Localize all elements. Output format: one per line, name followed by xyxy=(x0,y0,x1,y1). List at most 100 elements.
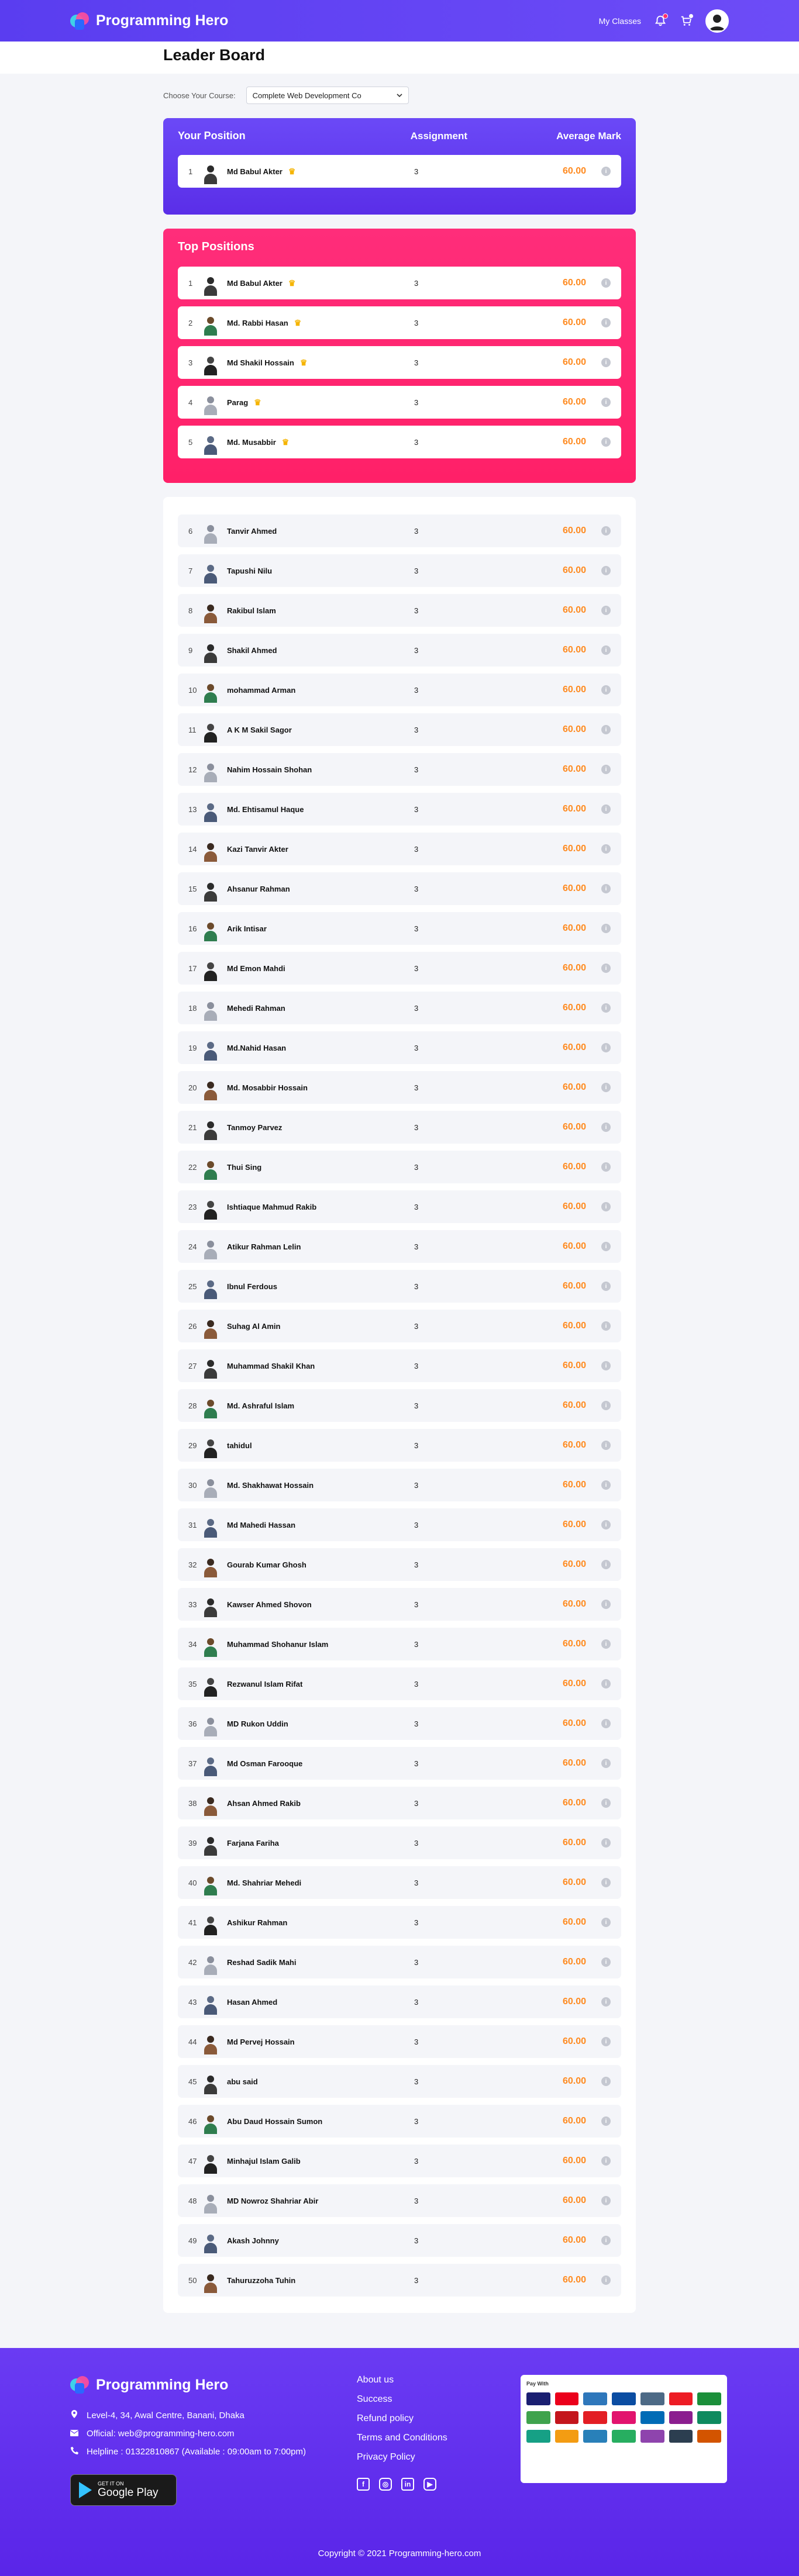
info-icon[interactable]: i xyxy=(601,1043,611,1052)
assignment-count: 3 xyxy=(414,645,419,655)
footer-link-terms[interactable]: Terms and Conditions xyxy=(357,2433,521,2443)
info-icon[interactable]: i xyxy=(601,1003,611,1013)
info-icon[interactable]: i xyxy=(601,1719,611,1728)
rank: 3 xyxy=(188,358,193,367)
info-icon[interactable]: i xyxy=(601,278,611,288)
average-mark: 60.00 xyxy=(562,1321,586,1331)
info-icon[interactable]: i xyxy=(601,2196,611,2205)
location-icon xyxy=(70,2410,78,2420)
info-icon[interactable]: i xyxy=(601,1600,611,1609)
info-icon[interactable]: i xyxy=(601,1957,611,1967)
assignment-count: 3 xyxy=(414,1957,419,1967)
payment-logo-icon xyxy=(697,2430,721,2443)
info-icon[interactable]: i xyxy=(601,1679,611,1688)
average-mark: 60.00 xyxy=(562,1122,586,1132)
info-icon[interactable]: i xyxy=(601,1361,611,1370)
average-mark: 60.00 xyxy=(562,1838,586,1848)
rank: 45 xyxy=(188,2077,197,2086)
student-name: Muhammad Shakil Khan xyxy=(227,1361,315,1370)
instagram-icon[interactable]: ◎ xyxy=(379,2478,392,2491)
avatar xyxy=(201,1436,220,1458)
info-icon[interactable]: i xyxy=(601,1282,611,1291)
info-icon[interactable]: i xyxy=(601,804,611,814)
info-icon[interactable]: i xyxy=(601,1321,611,1331)
footer-brand-name: Programming Hero xyxy=(96,2376,229,2393)
info-icon[interactable]: i xyxy=(601,1798,611,1808)
info-icon[interactable]: i xyxy=(601,844,611,854)
info-icon[interactable]: i xyxy=(601,725,611,734)
my-classes-link[interactable]: My Classes xyxy=(599,16,641,26)
info-icon[interactable]: i xyxy=(601,606,611,615)
info-icon[interactable]: i xyxy=(601,1083,611,1092)
brand-logo-link[interactable]: Programming Hero xyxy=(70,11,228,31)
average-mark: 60.00 xyxy=(562,397,586,407)
info-icon[interactable]: i xyxy=(601,1639,611,1649)
info-icon[interactable]: i xyxy=(601,1401,611,1410)
footer-link-success[interactable]: Success xyxy=(357,2394,521,2405)
info-icon[interactable]: i xyxy=(601,1560,611,1569)
info-icon[interactable]: i xyxy=(601,685,611,695)
youtube-icon[interactable]: ▶ xyxy=(423,2478,436,2491)
student-name: Rezwanul Islam Rifat xyxy=(227,1679,303,1688)
info-icon[interactable]: i xyxy=(601,765,611,774)
info-icon[interactable]: i xyxy=(601,1997,611,2007)
leaderboard-row: 46 Abu Daud Hossain Sumon 3 60.00 i xyxy=(178,2105,621,2138)
student-name: Hasan Ahmed xyxy=(227,1997,278,2007)
info-icon[interactable]: i xyxy=(601,884,611,893)
footer-link-refund[interactable]: Refund policy xyxy=(357,2413,521,2424)
average-mark-column-header: Average Mark xyxy=(556,130,621,141)
info-icon[interactable]: i xyxy=(601,2037,611,2046)
assignment-count: 3 xyxy=(414,1719,419,1728)
info-icon[interactable]: i xyxy=(601,1878,611,1887)
info-icon[interactable]: i xyxy=(601,566,611,575)
user-avatar[interactable] xyxy=(705,9,729,33)
footer-link-privacy[interactable]: Privacy Policy xyxy=(357,2452,521,2463)
info-icon[interactable]: i xyxy=(601,2236,611,2245)
info-icon[interactable]: i xyxy=(601,2275,611,2285)
info-icon[interactable]: i xyxy=(601,318,611,327)
avatar xyxy=(201,313,220,336)
info-icon[interactable]: i xyxy=(601,2156,611,2166)
info-icon[interactable]: i xyxy=(601,645,611,655)
info-icon[interactable]: i xyxy=(601,398,611,407)
average-mark: 60.00 xyxy=(562,2195,586,2205)
info-icon[interactable]: i xyxy=(601,167,611,176)
info-icon[interactable]: i xyxy=(601,1480,611,1490)
leaderboard-row: 22 Thui Sing 3 60.00 i xyxy=(178,1151,621,1183)
course-select[interactable]: Complete Web Development Co xyxy=(246,87,409,104)
info-icon[interactable]: i xyxy=(601,964,611,973)
info-icon[interactable]: i xyxy=(601,1838,611,1848)
rank: 49 xyxy=(188,2236,197,2245)
assignment-count: 3 xyxy=(414,765,419,774)
info-icon[interactable]: i xyxy=(601,1123,611,1132)
info-icon[interactable]: i xyxy=(601,1520,611,1529)
leaderboard-list: 6 Tanvir Ahmed 3 60.00 i 7 Tapushi Nilu 3 60.00 i… xyxy=(178,514,621,2297)
notification-bell-icon[interactable] xyxy=(654,13,668,27)
rank: 24 xyxy=(188,1242,197,1251)
footer-link-about[interactable]: About us xyxy=(357,2375,521,2385)
facebook-icon[interactable]: f xyxy=(357,2478,370,2491)
footer-brand[interactable]: Programming Hero xyxy=(70,2375,351,2395)
linkedin-icon[interactable]: in xyxy=(401,2478,414,2491)
info-icon[interactable]: i xyxy=(601,358,611,367)
info-icon[interactable]: i xyxy=(601,1441,611,1450)
info-icon[interactable]: i xyxy=(601,1162,611,1172)
average-mark: 60.00 xyxy=(562,1559,586,1569)
info-icon[interactable]: i xyxy=(601,1202,611,1211)
rank: 41 xyxy=(188,1918,197,1927)
info-icon[interactable]: i xyxy=(601,2116,611,2126)
average-mark: 60.00 xyxy=(562,764,586,774)
info-icon[interactable]: i xyxy=(601,1918,611,1927)
info-icon[interactable]: i xyxy=(601,526,611,536)
footer-email[interactable]: Official: web@programming-hero.com xyxy=(87,2429,235,2439)
info-icon[interactable]: i xyxy=(601,1759,611,1768)
info-icon[interactable]: i xyxy=(601,1242,611,1251)
cart-icon[interactable] xyxy=(680,13,694,27)
avatar xyxy=(201,1237,220,1259)
info-icon[interactable]: i xyxy=(601,437,611,447)
info-icon[interactable]: i xyxy=(601,924,611,933)
google-play-button[interactable]: GET IT ON Google Play xyxy=(70,2474,177,2506)
info-icon[interactable]: i xyxy=(601,2077,611,2086)
student-name: Tanvir Ahmed xyxy=(227,526,277,536)
assignment-count: 3 xyxy=(414,2037,419,2046)
